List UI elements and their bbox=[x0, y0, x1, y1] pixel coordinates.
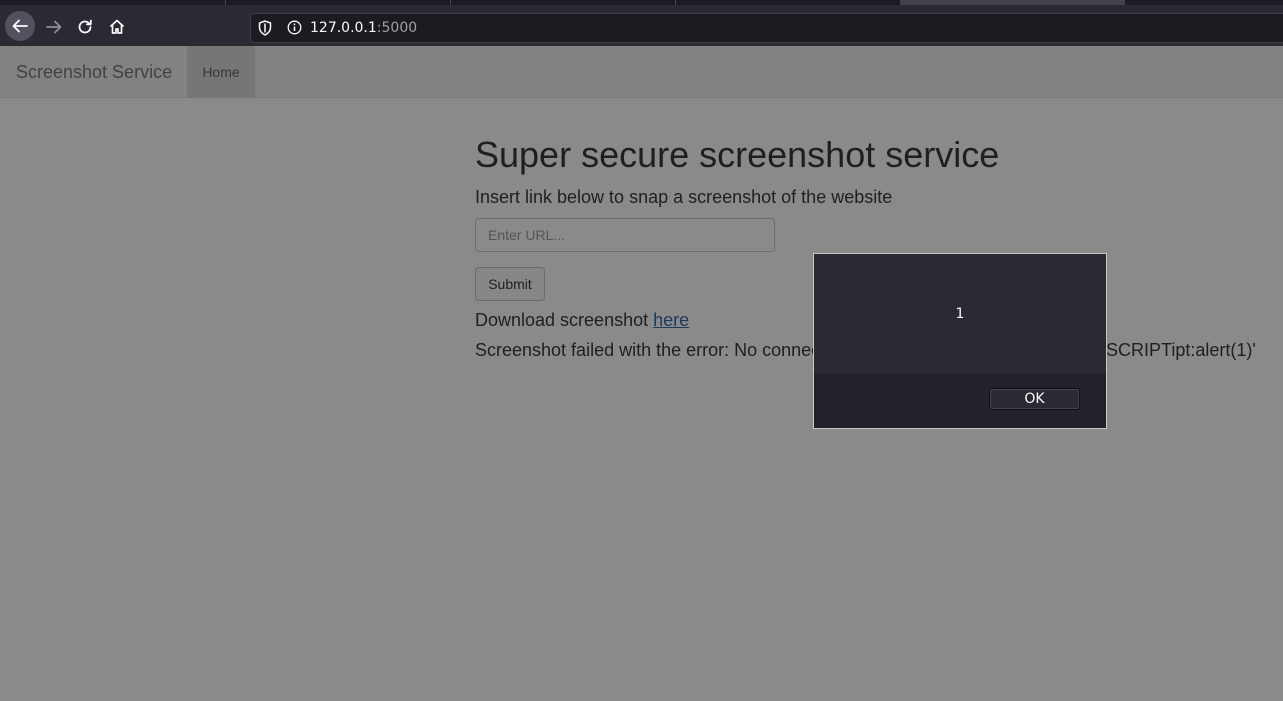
arrow-left-icon bbox=[12, 19, 28, 33]
back-button[interactable] bbox=[5, 11, 35, 41]
address-bar[interactable]: 127.0.0.1:5000 bbox=[250, 13, 1283, 43]
page-title: Super secure screenshot service bbox=[475, 134, 1000, 175]
instructions-text: Insert link below to snap a screenshot o… bbox=[475, 187, 893, 207]
site-navbar: Screenshot Service Home bbox=[0, 46, 1283, 98]
url-input[interactable] bbox=[475, 218, 775, 252]
browser-toolbar: 127.0.0.1:5000 bbox=[0, 5, 1283, 46]
navbar-brand[interactable]: Screenshot Service bbox=[16, 62, 172, 83]
home-icon bbox=[109, 19, 125, 34]
error-text: Screenshot failed with the error: No con… bbox=[475, 340, 821, 360]
download-line: Download screenshot here bbox=[475, 310, 689, 331]
download-text: Download screenshot bbox=[475, 310, 654, 330]
dialog-footer: OK bbox=[814, 373, 1106, 428]
dialog-body: 1 bbox=[814, 254, 1106, 373]
url-host: 127.0.0.1 bbox=[310, 20, 377, 36]
reload-button[interactable] bbox=[71, 13, 99, 41]
reload-icon bbox=[78, 19, 92, 34]
arrow-right-icon bbox=[46, 20, 62, 34]
url-text[interactable]: 127.0.0.1:5000 bbox=[310, 20, 417, 36]
forward-button[interactable] bbox=[40, 13, 68, 41]
submit-button[interactable]: Submit bbox=[475, 267, 545, 301]
alert-dialog: 1 OK bbox=[813, 253, 1107, 429]
error-text-tail: SCRIPTipt:alert(1)' bbox=[1106, 340, 1256, 360]
dialog-message: 1 bbox=[955, 306, 965, 322]
home-button[interactable] bbox=[103, 13, 131, 41]
info-icon[interactable] bbox=[287, 20, 302, 40]
nav-home-link[interactable]: Home bbox=[187, 46, 255, 98]
download-link[interactable]: here bbox=[653, 310, 689, 330]
shield-icon[interactable] bbox=[258, 20, 272, 41]
url-port: :5000 bbox=[376, 20, 418, 36]
ok-button[interactable]: OK bbox=[989, 388, 1080, 410]
